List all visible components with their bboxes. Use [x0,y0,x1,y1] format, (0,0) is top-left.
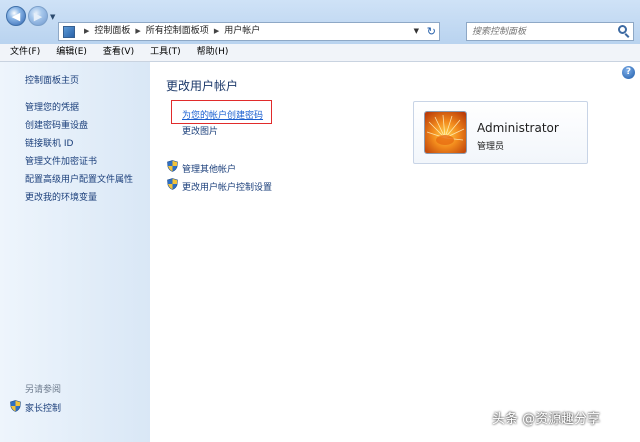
back-button[interactable]: ◀ [6,6,26,26]
navigation-bar: ◀ ▶ ▼ ▶ 控制面板 ▶ 所有控制面板项 ▶ 用户帐户 ▼ ↻ [0,0,640,44]
sidebar-item-env-variables[interactable]: 更改我的环境变量 [25,190,97,203]
page-title: 更改用户帐户 [166,79,239,93]
search-icon[interactable] [618,25,627,34]
sidebar-item-profile-properties[interactable]: 配置高级用户配置文件属性 [25,172,133,185]
shield-icon [167,160,178,172]
uac-settings-link[interactable]: 更改用户帐户控制设置 [182,180,272,193]
sidebar: 控制面板主页 管理您的凭据 创建密码重设盘 链接联机 ID 管理文件加密证书 配… [0,62,150,442]
flower-avatar-icon [425,112,466,153]
address-dropdown-icon[interactable]: ▼ [414,23,419,40]
breadcrumb-user-accounts[interactable]: 用户帐户 [224,23,260,40]
chevron-right-icon[interactable]: ▶ [214,23,219,40]
sidebar-item-home[interactable]: 控制面板主页 [25,73,79,86]
menu-file[interactable]: 文件(F) [0,44,46,61]
recent-pages-dropdown-icon[interactable]: ▼ [50,13,58,21]
control-panel-icon [63,25,75,38]
menu-tools[interactable]: 工具(T) [140,44,187,61]
user-avatar [424,111,467,154]
breadcrumb: ▶ 控制面板 ▶ 所有控制面板项 ▶ 用户帐户 [63,23,260,40]
menu-bar: 文件(F) 编辑(E) 查看(V) 工具(T) 帮助(H) [0,44,640,62]
chevron-right-icon[interactable]: ▶ [84,23,89,40]
user-account-card: Administrator 管理员 [413,101,588,164]
sidebar-item-online-id[interactable]: 链接联机 ID [25,136,73,149]
user-role: 管理员 [477,142,505,152]
menu-help[interactable]: 帮助(H) [187,44,235,61]
breadcrumb-all-items[interactable]: 所有控制面板项 [146,23,209,40]
sidebar-item-encryption-certs[interactable]: 管理文件加密证书 [25,154,97,167]
menu-view[interactable]: 查看(V) [93,44,140,61]
chevron-right-icon[interactable]: ▶ [135,23,140,40]
change-picture-link[interactable]: 更改图片 [182,124,218,137]
sidebar-item-credentials[interactable]: 管理您的凭据 [25,100,79,113]
create-password-link[interactable]: 为您的帐户创建密码 [182,108,263,121]
sidebar-item-reset-disk[interactable]: 创建密码重设盘 [25,118,88,131]
address-bar[interactable]: ▶ 控制面板 ▶ 所有控制面板项 ▶ 用户帐户 ▼ ↻ [58,22,440,41]
breadcrumb-control-panel[interactable]: 控制面板 [94,23,130,40]
user-name: Administrator [477,121,559,135]
search-input[interactable] [466,22,634,41]
help-icon[interactable]: ? [622,66,635,79]
shield-icon [10,400,21,412]
watermark: 头条 @资源趣分享 [492,412,601,427]
see-also-heading: 另请参阅 [25,385,62,395]
shield-icon [167,178,178,190]
manage-other-accounts-link[interactable]: 管理其他帐户 [182,162,236,175]
menu-edit[interactable]: 编辑(E) [46,44,93,61]
forward-button[interactable]: ▶ [28,6,48,26]
family-safety-link[interactable]: 家长控制 [25,401,61,414]
refresh-icon[interactable]: ↻ [427,23,436,40]
